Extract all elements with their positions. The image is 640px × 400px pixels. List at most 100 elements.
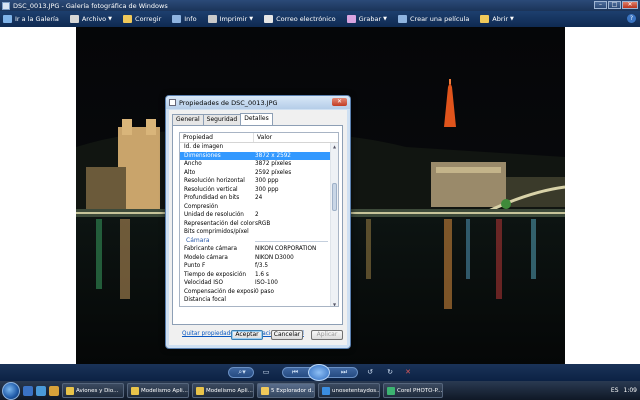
property-row[interactable]: Id. de imagen <box>180 143 331 152</box>
apply-button[interactable]: Aplicar <box>311 330 343 340</box>
taskbar-button-label: Corel PHOTO-P... <box>397 387 443 394</box>
tab-detalles[interactable]: Detalles <box>240 113 273 125</box>
property-row[interactable]: Compresión <box>180 203 331 212</box>
toolbar-open-button[interactable]: Abrir ▼ <box>480 15 514 23</box>
property-row[interactable]: Profundidad en bits 24 <box>180 194 331 203</box>
property-value: 300 ppp <box>255 178 279 184</box>
toolbar-label: Correo electrónico <box>276 15 336 23</box>
property-row[interactable]: Representación del color sRGB <box>180 220 331 229</box>
property-name: Compensación de exposición <box>184 288 255 295</box>
actual-size-icon[interactable]: ▭ <box>260 367 272 378</box>
slideshow-button[interactable] <box>308 364 330 381</box>
keyboard-language[interactable]: ES <box>611 387 619 394</box>
toolbar-disc-button[interactable]: Grabar ▼ <box>346 15 387 23</box>
toolbar-label: Crear una película <box>410 15 470 23</box>
internet-explorer-icon[interactable] <box>36 385 46 396</box>
property-name: Profundidad en bits <box>184 195 240 201</box>
taskbar-button[interactable]: Aviones y Dio... <box>62 383 124 398</box>
properties-scrollbar[interactable]: ▲ ▼ <box>330 143 338 306</box>
scroll-thumb[interactable] <box>332 183 337 211</box>
property-row[interactable]: Unidad de resolución 2 <box>180 211 331 220</box>
property-value: 24 <box>255 195 263 201</box>
tab-seguridad[interactable]: Seguridad <box>202 114 242 125</box>
property-value: sRGB <box>255 220 271 227</box>
clock[interactable]: 1:09 <box>624 387 637 394</box>
column-header-value[interactable]: Valor <box>254 133 272 142</box>
app-icon <box>322 386 330 395</box>
property-value: 2592 píxeles <box>255 169 292 176</box>
rotate-right-icon[interactable]: ↻ <box>384 367 396 378</box>
next-icon[interactable]: ⏭ <box>337 367 351 378</box>
film-icon <box>398 15 407 23</box>
column-header-property[interactable]: Propiedad <box>180 133 254 142</box>
taskbar-button[interactable]: unosetentaydos... <box>318 383 380 398</box>
property-row[interactable]: Dimensiones 3872 x 2592 <box>180 151 331 160</box>
toolbar-email-button[interactable]: Correo electrónico <box>264 15 336 23</box>
cancel-button[interactable]: Cancelar <box>271 330 303 340</box>
property-row[interactable]: Punto F f/3.5 <box>180 262 331 271</box>
window-controls: – □ ✕ <box>594 1 638 9</box>
minimize-button[interactable]: – <box>594 1 607 9</box>
property-name: Modelo cámara <box>184 254 228 261</box>
property-name: Representación del color <box>184 220 255 227</box>
close-window-button[interactable]: ✕ <box>622 1 638 9</box>
file-icon <box>69 15 79 23</box>
details-panel: Propiedad Valor Id. de imagen Dimensiones… <box>172 125 343 337</box>
property-value: ISO-100 <box>255 280 278 286</box>
property-row[interactable]: Bits comprimidos/píxel <box>180 228 331 237</box>
window-title-bar[interactable]: DSC_0013.JPG - Galería fotográfica de Wi… <box>0 0 640 11</box>
chevron-down-icon: ▼ <box>510 16 514 22</box>
properties-dialog: Propiedades de DSC_0013.JPG ✕ General Seg… <box>165 95 351 349</box>
accept-button[interactable]: Aceptar <box>231 330 263 340</box>
show-desktop-icon[interactable] <box>23 385 33 396</box>
maximize-button[interactable]: □ <box>608 1 621 9</box>
property-name: Resolución horizontal <box>184 178 245 184</box>
explorer-icon[interactable] <box>49 385 59 396</box>
toolbar-back-arrow-button[interactable]: Ir a la Galería <box>3 15 59 23</box>
property-name: Punto F <box>184 263 206 269</box>
chevron-down-icon: ▼ <box>108 16 113 22</box>
dialog-close-button[interactable]: ✕ <box>332 98 347 106</box>
toolbar-label: Ir a la Galería <box>15 15 59 23</box>
property-row[interactable]: Resolución vertical 300 ppp <box>180 186 331 195</box>
property-row[interactable]: Resolución horizontal 300 ppp <box>180 177 331 186</box>
property-row[interactable]: Ancho 3872 píxeles <box>180 160 331 169</box>
printer-icon <box>207 15 217 23</box>
toolbar-printer-button[interactable]: Imprimir ▼ <box>207 15 253 23</box>
scroll-up-icon[interactable]: ▲ <box>331 143 338 150</box>
toolbar-fix-button[interactable]: Corregir <box>123 15 161 23</box>
property-name: Ancho <box>184 161 202 167</box>
tab-general[interactable]: General <box>172 114 204 125</box>
toolbar-file-button[interactable]: Archivo ▼ <box>69 15 113 23</box>
taskbar-button[interactable]: Modelismo Apli... <box>127 383 189 398</box>
photo-gallery-app-icon <box>2 1 10 10</box>
rotate-left-icon[interactable]: ↺ <box>364 367 376 378</box>
property-row[interactable]: Fabricante cámara NIKON CORPORATION <box>180 245 331 254</box>
property-row[interactable]: Compensación de exposición0 paso <box>180 288 331 297</box>
property-row[interactable]: Tiempo de exposición 1.6 s <box>180 271 331 280</box>
dialog-title-bar[interactable]: Propiedades de DSC_0013.JPG <box>166 96 350 109</box>
scroll-down-icon[interactable]: ▼ <box>331 301 338 306</box>
toolbar-info-button[interactable]: Info <box>172 15 197 23</box>
help-icon[interactable]: ? <box>627 14 636 23</box>
start-button[interactable] <box>2 381 20 400</box>
property-value: f/3.5 <box>255 263 268 269</box>
taskbar-button[interactable]: 5 Explorador d... <box>257 383 315 398</box>
file-icon <box>169 99 176 106</box>
property-row[interactable]: Alto 2592 píxeles <box>180 169 331 178</box>
taskbar-button-label: unosetentaydos... <box>332 387 380 394</box>
email-icon <box>264 15 274 23</box>
property-name: Unidad de resolución <box>184 212 244 218</box>
property-row[interactable]: Distancia focal <box>180 296 331 305</box>
toolbar-label: Corregir <box>135 15 162 23</box>
taskbar-button[interactable]: Modelismo Apli... <box>192 383 254 398</box>
toolbar-label: Imprimir <box>219 15 248 23</box>
property-row[interactable]: Modelo cámara NIKON D3000 <box>180 254 331 263</box>
previous-icon[interactable]: ⏮ <box>288 367 302 378</box>
property-name: Fabricante cámara <box>184 246 237 252</box>
toolbar-film-button[interactable]: Crear una película <box>398 15 469 23</box>
taskbar-button[interactable]: Corel PHOTO-P... <box>383 383 443 398</box>
property-row[interactable]: Velocidad ISO ISO-100 <box>180 279 331 288</box>
app-icon <box>261 386 269 395</box>
delete-icon[interactable]: ✕ <box>402 367 414 378</box>
